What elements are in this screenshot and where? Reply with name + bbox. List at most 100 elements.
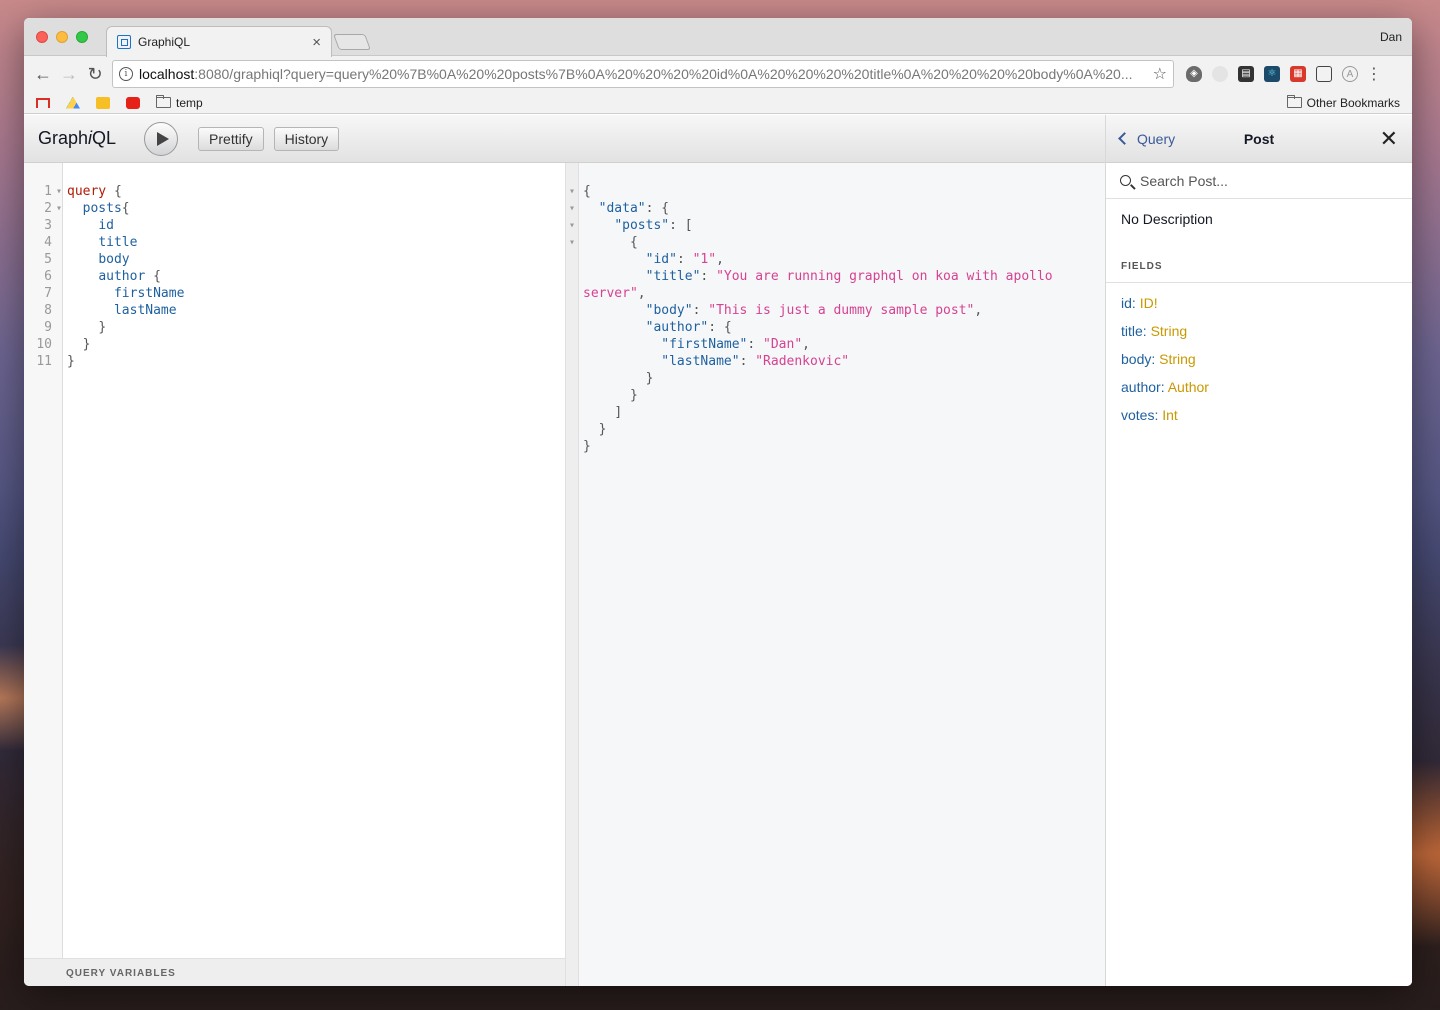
query-code-line: } [67, 354, 75, 369]
bookmark-star-icon[interactable]: ☆ [1153, 64, 1167, 84]
line-number: 10 [36, 337, 52, 352]
forward-arrow-icon[interactable]: → [56, 64, 82, 85]
line-number: 6 [44, 269, 52, 284]
browser-toolbar: ← → ↻ i localhost :8080/graphiql?query=q… [24, 56, 1412, 92]
line-number: 11 [36, 354, 52, 369]
field-name-link[interactable]: id [1121, 295, 1132, 311]
ublock-icon[interactable]: ◈ [1186, 66, 1202, 82]
query-code-line: body [98, 252, 130, 267]
bookmark-folder-label: temp [176, 95, 203, 110]
drive-icon [66, 96, 80, 109]
query-code-line: lastName [113, 303, 177, 318]
result-pane: ▾{▾ "data": {▾ "posts": [▾ { "id": "1", … [569, 163, 1105, 986]
result-code-line: "body": "This is just a dummy sample pos… [645, 303, 983, 318]
new-tab-button[interactable] [333, 34, 371, 50]
address-bar[interactable]: i localhost :8080/graphiql?query=query%2… [112, 60, 1174, 88]
other-bookmarks-label: Other Bookmarks [1306, 95, 1400, 110]
line-number: 2 [24, 200, 62, 217]
fold-toggle-icon[interactable]: ▾ [569, 200, 575, 217]
graphiql-logo: GraphiQL [38, 128, 117, 148]
result-code-line: server", [583, 286, 646, 301]
line-number: 7 [44, 286, 52, 301]
gmail-bookmark[interactable] [36, 97, 54, 108]
graphiql-app: GraphiQL Prettify History 123 4 5 6 7 8 9 10 11 … [24, 115, 1412, 986]
line-number: 1 [24, 183, 62, 200]
fields-heading: FIELDS [1106, 261, 1412, 283]
field-author: author: Author [1121, 379, 1209, 395]
field-votes: votes: Int [1121, 407, 1178, 423]
result-code-line: "lastName": "Radenkovic" [661, 354, 850, 369]
window-controls [36, 31, 88, 43]
info-icon[interactable]: i [119, 67, 133, 81]
keep-bookmark[interactable] [96, 96, 114, 109]
result-code-line: } [629, 388, 638, 403]
field-type-link[interactable]: Int [1162, 407, 1178, 423]
browser-menu-icon[interactable]: ⋮ [1366, 64, 1382, 84]
folder-icon [1286, 95, 1302, 108]
tab-close-icon[interactable]: × [312, 34, 321, 51]
extension-icons: ◈ ▤ ⚛ ▦ A [1186, 66, 1358, 82]
browser-tab[interactable]: GraphiQL × [106, 26, 332, 57]
result-code-line: "title": "You are running graphql on koa… [645, 269, 1053, 284]
doc-search-input[interactable] [1140, 172, 1398, 189]
line-number: 3 [44, 218, 52, 233]
result-code-line: "firstName": "Dan", [661, 337, 810, 352]
title-bar: GraphiQL × Dan [24, 18, 1412, 57]
history-button[interactable]: History [273, 126, 340, 151]
folder-icon [156, 95, 171, 108]
window-minimize-button[interactable] [56, 31, 68, 43]
graphiql-favicon-icon [117, 35, 131, 49]
react-devtools-icon[interactable]: ⚛ [1264, 66, 1280, 82]
field-name-link[interactable]: votes [1121, 407, 1154, 423]
window-maximize-button[interactable] [76, 31, 88, 43]
line-number: 8 [44, 303, 52, 318]
browser-window: GraphiQL × Dan ← → ↻ i localhost :8080/g… [24, 18, 1412, 986]
execute-query-button[interactable] [144, 121, 179, 156]
calendar-icon[interactable]: ▦ [1290, 66, 1306, 82]
field-name-link[interactable]: author [1121, 379, 1161, 395]
bookmarks-bar: temp Other Bookmarks [24, 92, 1412, 114]
close-icon[interactable]: ✕ [1380, 127, 1398, 150]
drive-bookmark[interactable] [66, 96, 84, 109]
fold-toggle-icon[interactable]: ▾ [569, 217, 575, 234]
result-code-line: } [598, 422, 607, 437]
reload-icon[interactable]: ↻ [82, 64, 108, 85]
query-pane: 123 4 5 6 7 8 9 10 11 query { posts{ id title bo… [24, 163, 566, 986]
fold-toggle-icon[interactable]: ▾ [569, 234, 575, 251]
doc-explorer: Query Post ✕ No Description FIELDS id: I… [1105, 115, 1412, 986]
film-icon[interactable]: ▤ [1238, 66, 1254, 82]
doc-back-button[interactable]: Query [1118, 131, 1175, 147]
result-code-line: ▾ "posts": [ [569, 218, 693, 233]
query-code-line: author { [98, 269, 161, 284]
other-bookmarks[interactable]: Other Bookmarks [1286, 95, 1400, 110]
query-code[interactable]: query { posts{ id title body author { fi… [63, 163, 184, 958]
query-editor[interactable]: 123 4 5 6 7 8 9 10 11 query { posts{ id title bo… [24, 163, 565, 958]
url-host: localhost [139, 66, 195, 82]
type-description: No Description [1121, 211, 1213, 227]
youtube-bookmark[interactable] [126, 96, 144, 109]
field-name-link[interactable]: body [1121, 351, 1151, 367]
line-number: 4 [44, 235, 52, 250]
gmail-icon [36, 97, 50, 108]
window-close-button[interactable] [36, 31, 48, 43]
field-type-link[interactable]: Author [1168, 379, 1209, 395]
result-code-line: "id": "1", [645, 252, 724, 267]
prettify-button[interactable]: Prettify [198, 126, 264, 151]
field-name-link[interactable]: title [1121, 323, 1143, 339]
extension-circle-icon[interactable] [1212, 66, 1228, 82]
query-variables-toggle[interactable]: QUERY VARIABLES [24, 958, 565, 986]
profile-name[interactable]: Dan [1380, 30, 1402, 44]
pane-resize-handle[interactable] [566, 163, 579, 986]
account-icon[interactable]: A [1342, 66, 1358, 82]
result-code-line: } [583, 439, 591, 454]
field-body: body: String [1121, 351, 1196, 367]
screenshot-icon[interactable] [1316, 66, 1332, 82]
field-type-link[interactable]: String [1159, 351, 1196, 367]
temp-folder-bookmark[interactable]: temp [156, 95, 203, 110]
back-arrow-icon[interactable]: ← [30, 64, 56, 85]
query-code-line: posts{ [82, 201, 130, 216]
query-code-line: } [98, 320, 107, 335]
field-type-link[interactable]: String [1151, 323, 1188, 339]
fold-toggle-icon[interactable]: ▾ [569, 183, 575, 200]
field-type-link[interactable]: ID! [1140, 295, 1158, 311]
